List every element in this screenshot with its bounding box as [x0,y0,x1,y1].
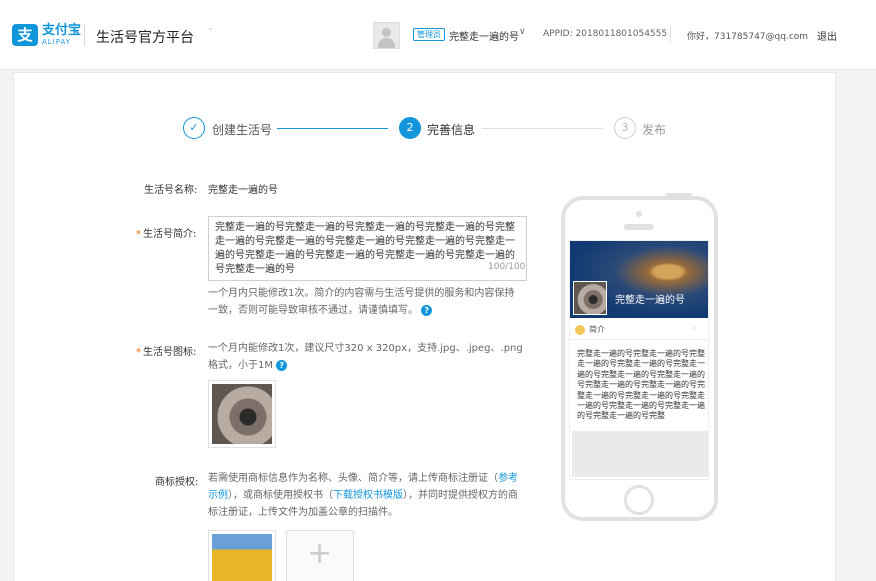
chevron-right-icon: › [693,323,697,332]
top-header: 支 支付宝 ALIPAY 生活号官方平台 ˇ 管理员 完整走一遍的号 ∨ APP… [0,0,876,70]
step-1-check-icon: ✓ [183,117,205,139]
trademark-help-text: 若需使用商标信息作为名称、头像、简介等，请上传商标注册证（参考示例），或商标使用… [208,470,526,521]
account-switcher[interactable]: 完整走一遍的号 [449,28,519,43]
icon-thumbnail[interactable] [208,380,276,448]
icon-label: * 生活号图标: [136,343,196,358]
required-mark: * [136,229,141,240]
step-2-number: 2 [399,117,421,139]
preview-banner: 完整走一遍的号 [570,241,708,318]
step-1-label: 创建生活号 [212,123,273,137]
preview-avatar [573,281,607,315]
download-template-link[interactable]: 下载授权书模版 [333,490,403,501]
avatar-head-icon [382,28,391,37]
trademark-help-part-1: 若需使用商标信息作为名称、头像、简介等，请上传商标注册证（ [208,473,498,484]
name-value: 完整走一遍的号 [208,185,278,196]
license-thumbnail[interactable] [208,530,276,581]
step-3-number: 3 [614,117,636,139]
intro-help-body: 一个月内只能修改1次。简介的内容需与生活号提供的服务和内容保持一致，否则可能导致… [208,288,515,316]
phone-home-button [624,485,654,515]
trademark-label: 商标授权: [155,477,199,488]
avatar-body-icon [378,38,395,48]
alipay-logo-icon[interactable]: 支 [12,24,38,46]
header-divider [84,24,85,46]
required-mark: * [136,347,141,358]
help-icon[interactable]: ? [276,359,288,371]
phone-speaker-icon [624,224,654,230]
chevron-down-icon[interactable]: ∨ [519,27,526,37]
step-2-label: 完善信息 [427,123,476,137]
intro-label: * 生活号简介: [136,225,196,240]
trademark-help-part-2: ），或商标使用授权书（ [228,490,333,501]
name-label: 生活号名称: [144,185,198,196]
user-greeting: 你好，731785747@qq.com [687,32,809,42]
intro-help-text: 一个月内只能修改1次。简介的内容需与生活号提供的服务和内容保持一致，否则可能导致… [208,285,520,319]
preview-intro-tab: 简介 › [570,320,708,340]
help-icon[interactable]: ? [421,304,433,316]
phone-power-button [666,193,692,197]
phone-camera-icon [636,211,642,217]
intro-char-counter: 100/100 [488,262,526,272]
plus-icon: + [307,536,333,571]
step-connector [277,128,388,129]
icon-label-text: 生活号图标: [143,347,197,358]
intro-textarea[interactable]: 完整走一遍的号完整走一遍的号完整走一遍的号完整走一遍的号完整走一遍的号完整走一遍… [208,216,527,281]
intro-label-text: 生活号简介: [143,229,197,240]
upload-button[interactable]: + [286,530,354,581]
phone-screen: 完整走一遍的号 简介 › 完整走一遍的号完整走一遍的号完整走一遍的号完整走一遍的… [569,240,709,480]
koala-image [212,384,272,444]
logo-text: 支付宝 [42,23,82,38]
logout-link[interactable]: 退出 [817,28,837,43]
platform-title[interactable]: 生活号官方平台 [96,27,194,47]
tulips-image [212,534,272,581]
header-divider [670,26,671,42]
preview-account-name: 完整走一遍的号 [615,295,685,306]
preview-intro-text: 完整走一遍的号完整走一遍的号完整走一遍的号完整走一遍的号完整走一遍的号完整走一遍… [577,349,705,421]
logo-subtext: ALIPAY [42,38,72,46]
appid-text: APPID: 2018011801054555 [543,29,668,39]
step-3-label: 发布 [642,123,667,137]
intro-dot-icon [575,325,585,335]
preview-placeholder-block [572,431,708,477]
icon-help-body: 一个月内能修改1次，建议尺寸320 x 320px，支持.jpg、.jpeg、.… [208,343,523,371]
chevron-down-icon[interactable]: ˇ [208,28,213,39]
account-avatar[interactable] [373,22,400,49]
preview-intro-label: 简介 [589,325,605,334]
icon-help-text: 一个月内能修改1次，建议尺寸320 x 320px，支持.jpg、.jpeg、.… [208,340,524,374]
role-badge: 管理员 [413,28,445,41]
step-connector [482,128,603,129]
